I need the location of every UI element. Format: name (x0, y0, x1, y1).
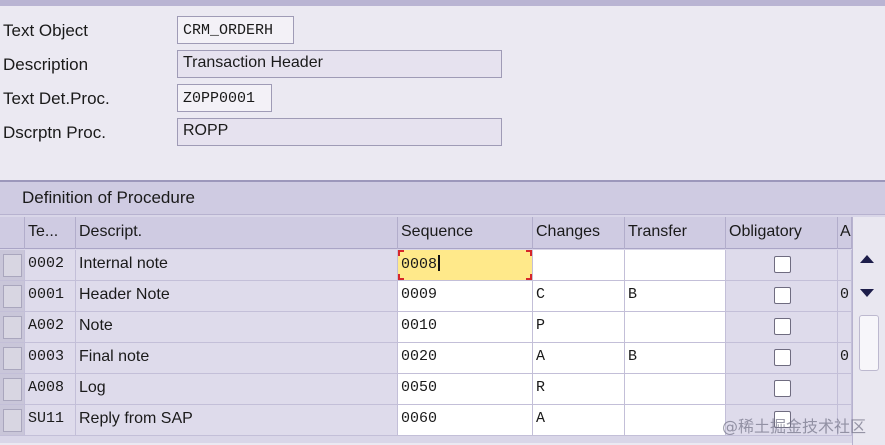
cell-changes[interactable] (533, 250, 625, 281)
cell-description: Log (76, 374, 398, 405)
field-dscrptn-proc: Dscrptn Proc. ROPP (0, 116, 885, 150)
cell-transfer[interactable]: B (625, 281, 726, 312)
cell-description: Internal note (76, 250, 398, 281)
select-all-header[interactable] (0, 217, 25, 249)
obligatory-checkbox[interactable] (774, 318, 791, 335)
cell-changes[interactable]: R (533, 374, 625, 405)
cell-obligatory (726, 250, 838, 281)
field-description: Description Transaction Header (0, 48, 885, 82)
scroll-down-icon[interactable] (860, 289, 874, 297)
procedure-table-panel: Definition of Procedure Te... Descript. … (0, 180, 885, 445)
row-select-button[interactable] (3, 285, 22, 308)
row-select-button[interactable] (3, 409, 22, 432)
row-selector[interactable] (0, 312, 25, 343)
field-label: Text Object (3, 21, 89, 40)
cell-sequence-active[interactable]: 0008 (398, 250, 533, 281)
cell-a (838, 312, 852, 343)
row-selector[interactable] (0, 343, 25, 374)
column-header-te[interactable]: Te... (25, 217, 76, 249)
cell-changes[interactable]: A (533, 343, 625, 374)
cell-a (838, 250, 852, 281)
row-select-button[interactable] (3, 316, 22, 339)
cell-te: A008 (25, 374, 76, 405)
watermark: @稀土掘金技术社区 (722, 417, 867, 436)
cell-transfer[interactable]: B (625, 343, 726, 374)
focus-corner (526, 274, 532, 280)
column-header-a[interactable]: A (838, 217, 852, 249)
cell-description: Note (76, 312, 398, 343)
cell-a: 0 (838, 343, 852, 374)
cell-obligatory (726, 281, 838, 312)
column-header-transfer[interactable]: Transfer (625, 217, 726, 249)
column-header-changes[interactable]: Changes (533, 217, 625, 249)
table-row[interactable]: 0002 Internal note 0008 (0, 250, 885, 281)
column-header-sequence[interactable]: Sequence (398, 217, 533, 249)
cell-obligatory (726, 374, 838, 405)
cell-description: Reply from SAP (76, 405, 398, 436)
cell-te: 0002 (25, 250, 76, 281)
cell-te: SU11 (25, 405, 76, 436)
table-row[interactable]: 0003 Final note 0020 A B 0 (0, 343, 885, 374)
vertical-scrollbar[interactable] (852, 217, 885, 445)
column-header-descript[interactable]: Descript. (76, 217, 398, 249)
text-cursor (438, 255, 441, 271)
cell-a: 0 (838, 281, 852, 312)
cell-obligatory (726, 312, 838, 343)
cell-obligatory (726, 343, 838, 374)
cell-te: A002 (25, 312, 76, 343)
cell-description: Header Note (76, 281, 398, 312)
field-text-object: Text Object CRM_ORDERH (0, 14, 885, 48)
field-label: Description (3, 55, 89, 74)
cell-changes[interactable]: P (533, 312, 625, 343)
cell-transfer[interactable] (625, 405, 726, 436)
obligatory-checkbox[interactable] (774, 256, 791, 273)
cell-description: Final note (76, 343, 398, 374)
cell-sequence[interactable]: 0009 (398, 281, 533, 312)
focus-corner (526, 250, 532, 256)
scroll-up-icon[interactable] (860, 255, 874, 263)
row-selector[interactable] (0, 374, 25, 405)
table-row[interactable]: A002 Note 0010 P (0, 312, 885, 343)
field-label: Text Det.Proc. (3, 89, 110, 108)
text-object-value[interactable]: CRM_ORDERH (177, 16, 294, 44)
cell-transfer[interactable] (625, 312, 726, 343)
cell-changes[interactable]: C (533, 281, 625, 312)
top-divider (0, 0, 885, 6)
cell-sequence[interactable]: 0020 (398, 343, 533, 374)
panel-title: Definition of Procedure (0, 182, 885, 215)
cell-sequence[interactable]: 0010 (398, 312, 533, 343)
cell-changes[interactable]: A (533, 405, 625, 436)
description-value[interactable]: Transaction Header (177, 50, 502, 78)
table-row[interactable]: A008 Log 0050 R (0, 374, 885, 405)
cell-te: 0003 (25, 343, 76, 374)
row-selector[interactable] (0, 250, 25, 281)
row-select-button[interactable] (3, 254, 22, 277)
obligatory-checkbox[interactable] (774, 287, 791, 304)
obligatory-checkbox[interactable] (774, 380, 791, 397)
cell-transfer[interactable] (625, 250, 726, 281)
row-selector[interactable] (0, 281, 25, 312)
row-selector[interactable] (0, 405, 25, 436)
cell-a (838, 374, 852, 405)
scroll-thumb[interactable] (859, 315, 879, 371)
cell-sequence[interactable]: 0060 (398, 405, 533, 436)
row-select-button[interactable] (3, 378, 22, 401)
obligatory-checkbox[interactable] (774, 349, 791, 366)
cell-te: 0001 (25, 281, 76, 312)
table-header: Te... Descript. Sequence Changes Transfe… (0, 217, 885, 249)
cell-transfer[interactable] (625, 374, 726, 405)
column-header-obligatory[interactable]: Obligatory (726, 217, 838, 249)
dscrptn-proc-value[interactable]: ROPP (177, 118, 502, 146)
cell-sequence[interactable]: 0050 (398, 374, 533, 405)
focus-corner (398, 274, 404, 280)
field-label: Dscrptn Proc. (3, 123, 106, 142)
sequence-value: 0008 (401, 256, 438, 273)
text-det-proc-value[interactable]: Z0PP0001 (177, 84, 272, 112)
field-text-det-proc: Text Det.Proc. Z0PP0001 (0, 82, 885, 116)
table-row[interactable]: 0001 Header Note 0009 C B 0 (0, 281, 885, 312)
focus-corner (398, 250, 404, 256)
row-select-button[interactable] (3, 347, 22, 370)
